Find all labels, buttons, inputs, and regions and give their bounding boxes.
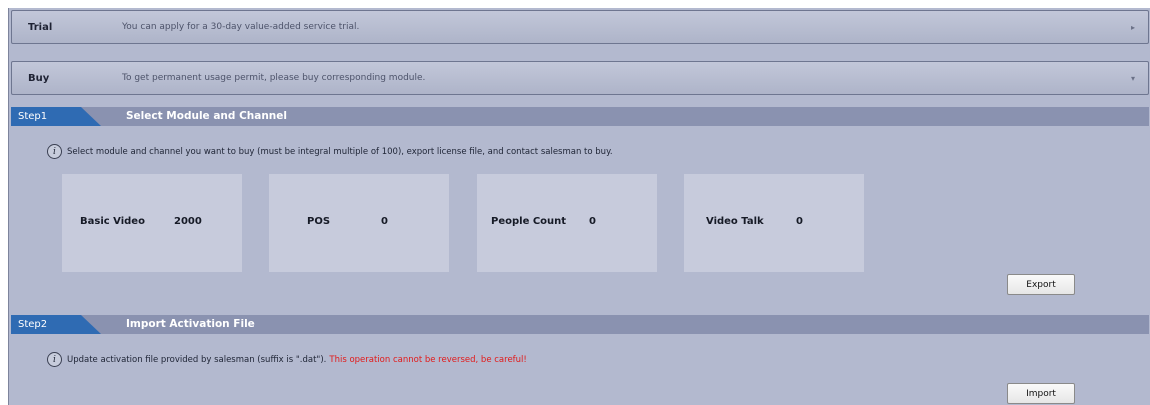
step2-title: Import Activation File bbox=[126, 318, 255, 330]
step2-badge: Step2 bbox=[11, 315, 101, 334]
module-channel-value[interactable]: 2000 bbox=[174, 216, 202, 227]
module-card-basic-video: Basic Video 2000 bbox=[62, 174, 242, 272]
trial-description: You can apply for a 30-day value-added s… bbox=[122, 22, 360, 32]
module-name: Basic Video bbox=[80, 216, 145, 227]
step2-header: Step2 Import Activation File bbox=[11, 315, 1149, 334]
module-card-video-talk: Video Talk 0 bbox=[684, 174, 864, 272]
trial-section-header[interactable]: Trial You can apply for a 30-day value-a… bbox=[11, 10, 1149, 44]
step1-header: Step1 Select Module and Channel bbox=[11, 107, 1149, 126]
step2-info-text: Update activation file provided by sales… bbox=[67, 354, 327, 365]
module-channel-value[interactable]: 0 bbox=[796, 216, 803, 227]
module-card-pos: POS 0 bbox=[269, 174, 449, 272]
license-panel: Trial You can apply for a 30-day value-a… bbox=[8, 8, 1150, 405]
step1-info-text: Select module and channel you want to bu… bbox=[67, 146, 613, 157]
buy-section-header[interactable]: Buy To get permanent usage permit, pleas… bbox=[11, 61, 1149, 95]
trial-title: Trial bbox=[28, 21, 53, 33]
buy-title: Buy bbox=[28, 72, 50, 84]
step1-info: i Select module and channel you want to … bbox=[47, 144, 613, 159]
module-card-people-count: People Count 0 bbox=[477, 174, 657, 272]
buy-description: To get permanent usage permit, please bu… bbox=[122, 73, 426, 83]
step2-warning-text: This operation cannot be reversed, be ca… bbox=[329, 354, 527, 365]
info-icon: i bbox=[47, 144, 62, 159]
module-name: Video Talk bbox=[706, 216, 764, 227]
export-button[interactable]: Export bbox=[1007, 274, 1075, 295]
import-button[interactable]: Import bbox=[1007, 383, 1075, 404]
collapse-arrow-icon[interactable]: ▾ bbox=[1118, 74, 1148, 83]
expand-arrow-icon[interactable]: ▸ bbox=[1118, 23, 1148, 32]
module-channel-value[interactable]: 0 bbox=[589, 216, 596, 227]
step1-badge: Step1 bbox=[11, 107, 101, 126]
step1-title: Select Module and Channel bbox=[126, 110, 288, 122]
step2-info: i Update activation file provided by sal… bbox=[47, 352, 527, 367]
module-channel-value[interactable]: 0 bbox=[381, 216, 388, 227]
module-name: People Count bbox=[491, 216, 567, 227]
module-name: POS bbox=[307, 216, 331, 227]
info-icon: i bbox=[47, 352, 62, 367]
